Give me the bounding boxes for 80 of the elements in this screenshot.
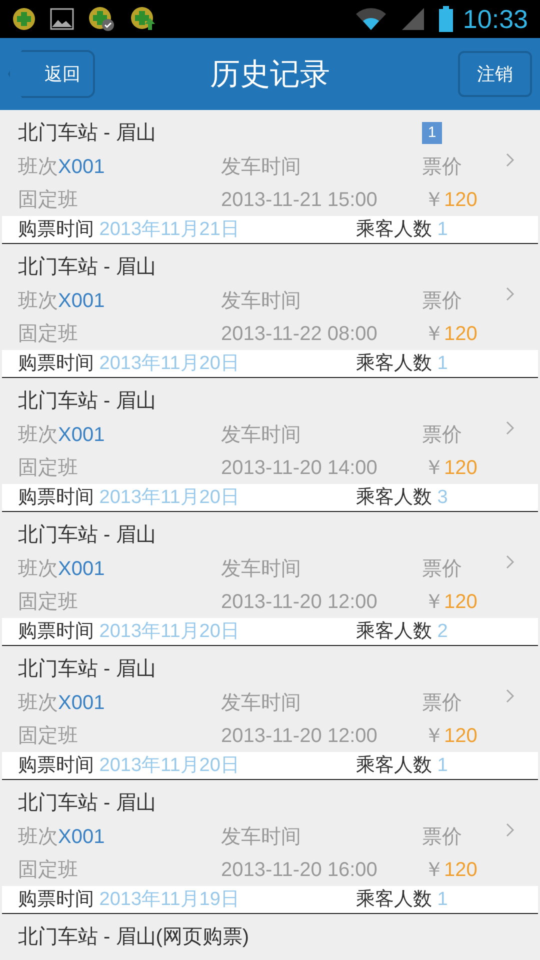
- ticket-price: ￥120: [424, 858, 478, 882]
- logout-button[interactable]: 注销: [458, 51, 532, 97]
- chevron-right-icon: [505, 688, 515, 704]
- passenger-count: 乘客人数 1: [356, 352, 448, 376]
- purchase-time: 购票时间 2013年11月20日: [18, 620, 240, 644]
- train-number: 班次X001: [18, 690, 105, 716]
- departure-time: 2013-11-22 08:00: [221, 322, 378, 346]
- field-label: 发车时间: [221, 154, 301, 180]
- signal-icon: [400, 7, 425, 31]
- passenger-count: 乘客人数 2: [356, 620, 448, 644]
- service-type: 固定班: [18, 322, 78, 346]
- image-icon: [50, 8, 74, 30]
- ticket-price: ￥120: [424, 188, 478, 212]
- purchase-time: 购票时间 2013年11月21日: [18, 218, 240, 242]
- record-item[interactable]: 北门车站 - 眉山 班次X001 发车时间 票价 固定班 2013-11-20 16:00 ￥120 购票时间 2013年11月19日 乘客人数 1: [0, 780, 540, 914]
- train-number: 班次X001: [18, 824, 105, 850]
- app-upload-icon: [130, 6, 158, 32]
- route-title: 北门车站 - 眉山: [18, 255, 156, 280]
- field-label: 票价: [422, 422, 462, 448]
- train-number: 班次X001: [18, 288, 105, 314]
- field-label: 票价: [422, 154, 462, 180]
- departure-time: 2013-11-20 12:00: [221, 590, 378, 614]
- battery-icon: [438, 6, 453, 32]
- ticket-price: ￥120: [424, 590, 478, 614]
- route-title: 北门车站 - 眉山: [18, 121, 156, 146]
- departure-time: 2013-11-20 16:00: [221, 858, 378, 882]
- service-type: 固定班: [18, 188, 78, 212]
- page-title: 历史记录: [210, 56, 330, 92]
- service-type: 固定班: [18, 456, 78, 480]
- passenger-count: 乘客人数 1: [356, 888, 448, 912]
- back-button[interactable]: 返回: [8, 50, 95, 98]
- passenger-count: 乘客人数 1: [356, 218, 448, 242]
- ticket-price: ￥120: [424, 456, 478, 480]
- route-title: 北门车站 - 眉山: [18, 657, 156, 682]
- ticket-price: ￥120: [424, 724, 478, 748]
- purchase-time: 购票时间 2013年11月20日: [18, 754, 240, 778]
- chevron-right-icon: [505, 420, 515, 436]
- field-label: 发车时间: [221, 690, 301, 716]
- service-type: 固定班: [18, 724, 78, 748]
- train-number: 班次X001: [18, 154, 105, 180]
- train-number: 班次X001: [18, 422, 105, 448]
- field-label: 发车时间: [221, 556, 301, 582]
- record-item[interactable]: 北门车站 - 眉山 1 班次X001 发车时间 票价 固定班 2013-11-21 15:00 ￥120 购票时间 2013年11月21日 乘客人数 1: [0, 110, 540, 244]
- record-item[interactable]: 北门车站 - 眉山 班次X001 发车时间 票价 固定班 2013-11-20 12:00 ￥120 购票时间 2013年11月20日 乘客人数 2: [0, 512, 540, 646]
- route-title: 北门车站 - 眉山: [18, 791, 156, 816]
- departure-time: 2013-11-20 14:00: [221, 456, 378, 480]
- departure-time: 2013-11-21 15:00: [221, 188, 378, 212]
- field-label: 票价: [422, 288, 462, 314]
- passenger-count: 乘客人数 3: [356, 486, 448, 510]
- passenger-count: 乘客人数 1: [356, 754, 448, 778]
- field-label: 票价: [422, 556, 462, 582]
- field-label: 发车时间: [221, 288, 301, 314]
- purchase-time: 购票时间 2013年11月20日: [18, 486, 240, 510]
- route-title: 北门车站 - 眉山: [18, 523, 156, 548]
- record-item[interactable]: 北门车站 - 眉山(网页购票): [0, 914, 540, 954]
- wifi-icon: [354, 7, 387, 31]
- chevron-right-icon: [505, 152, 515, 168]
- chevron-right-icon: [505, 822, 515, 838]
- field-label: 发车时间: [221, 824, 301, 850]
- clock-time: 10:33: [462, 2, 528, 36]
- purchase-time: 购票时间 2013年11月20日: [18, 352, 240, 376]
- app-check-icon: [88, 6, 116, 32]
- chevron-right-icon: [505, 286, 515, 302]
- field-label: 票价: [422, 690, 462, 716]
- field-label: 发车时间: [221, 422, 301, 448]
- record-item[interactable]: 北门车站 - 眉山 班次X001 发车时间 票价 固定班 2013-11-20 14:00 ￥120 购票时间 2013年11月20日 乘客人数 3: [0, 378, 540, 512]
- route-title: 北门车站 - 眉山(网页购票): [18, 925, 250, 950]
- app-icon: [12, 7, 36, 31]
- service-type: 固定班: [18, 590, 78, 614]
- route-title: 北门车站 - 眉山: [18, 389, 156, 414]
- departure-time: 2013-11-20 12:00: [221, 724, 378, 748]
- record-item[interactable]: 北门车站 - 眉山 班次X001 发车时间 票价 固定班 2013-11-20 12:00 ￥120 购票时间 2013年11月20日 乘客人数 1: [0, 646, 540, 780]
- record-item[interactable]: 北门车站 - 眉山 班次X001 发车时间 票价 固定班 2013-11-22 08:00 ￥120 购票时间 2013年11月20日 乘客人数 1: [0, 244, 540, 378]
- purchase-time: 购票时间 2013年11月19日: [18, 888, 240, 912]
- ticket-price: ￥120: [424, 322, 478, 346]
- chevron-right-icon: [505, 554, 515, 570]
- service-type: 固定班: [18, 858, 78, 882]
- train-number: 班次X001: [18, 556, 105, 582]
- count-badge: 1: [422, 122, 442, 144]
- field-label: 票价: [422, 824, 462, 850]
